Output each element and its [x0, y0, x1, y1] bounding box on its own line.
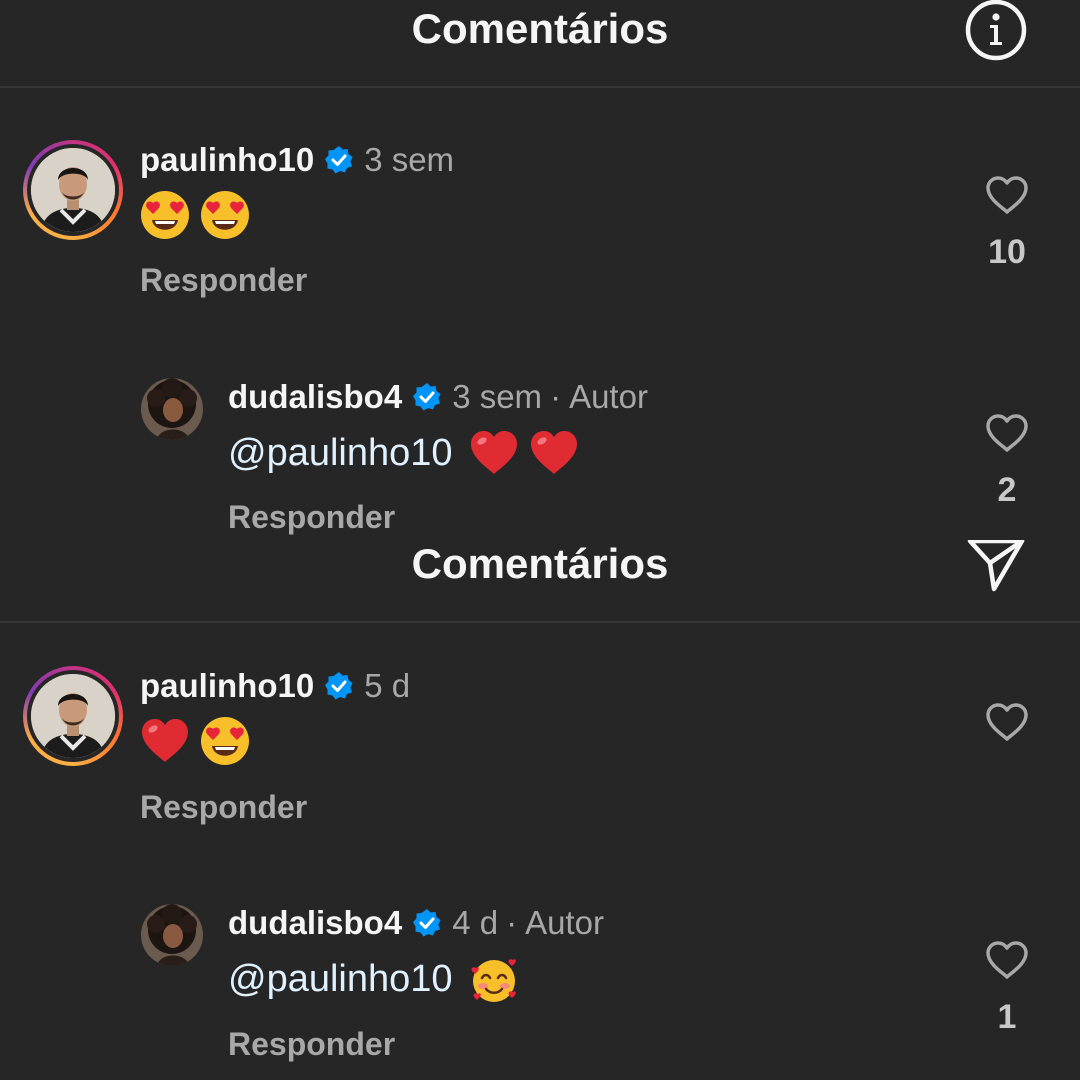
separator-dot: ·	[550, 378, 562, 415]
reply-text: @paulinho10	[228, 428, 589, 478]
comments-panel-2: Comentários paulinho10 5 d Responder dud…	[0, 540, 1080, 1080]
heart-outline-icon[interactable]	[985, 940, 1029, 980]
comments-panel-1: Comentários paulinho10 3 sem Responder 1…	[0, 0, 1080, 540]
reply-timestamp: 4 d	[452, 904, 499, 941]
red-heart-emoji	[530, 431, 577, 474]
mention-link[interactable]: @paulinho10	[228, 428, 453, 478]
avatar[interactable]	[141, 378, 203, 440]
mention-link[interactable]: @paulinho10	[228, 954, 453, 1004]
red-heart-emoji	[470, 431, 517, 474]
like-count: 2	[997, 471, 1017, 509]
verified-badge-icon	[413, 383, 441, 411]
avatar[interactable]	[141, 904, 203, 966]
reply-button[interactable]: Responder	[228, 1026, 395, 1063]
reply-item: dudalisbo4 4 d · Autor @paulinho10 Respo…	[0, 540, 1080, 1080]
author-badge: Autor	[525, 904, 604, 941]
reply-button[interactable]: Responder	[228, 499, 395, 536]
reply-item: dudalisbo4 3 sem · Autor @paulinho10 Res…	[0, 0, 1080, 540]
smiling-face-with-hearts-emoji	[470, 959, 516, 1002]
like-count: 1	[997, 998, 1017, 1036]
separator-dot: ·	[506, 904, 518, 941]
reply-text: @paulinho10	[228, 954, 529, 1004]
reply-timestamp: 3 sem	[452, 378, 543, 415]
like-control: 2	[972, 413, 1042, 510]
heart-outline-icon[interactable]	[985, 413, 1029, 453]
reply-username[interactable]: dudalisbo4	[228, 903, 402, 943]
verified-badge-icon	[413, 909, 441, 937]
author-badge: Autor	[569, 378, 648, 415]
reply-username[interactable]: dudalisbo4	[228, 377, 402, 417]
like-control: 1	[972, 940, 1042, 1037]
